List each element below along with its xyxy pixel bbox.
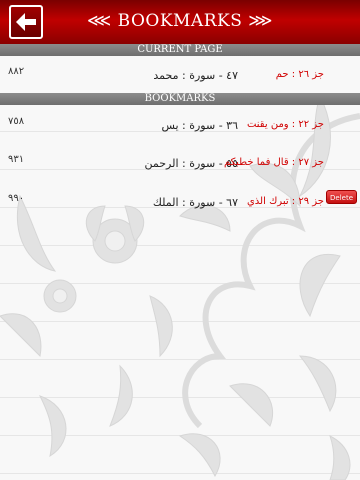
app-header: ⋘ BOOKMARKS ⋙ bbox=[0, 0, 360, 44]
bookmark-list[interactable]: ٨٨٢ ٤٧ - سورة : محمد جز ٢٦ : حم ٧٥٨ ٣٦ -… bbox=[0, 56, 360, 480]
bookmark-row[interactable]: ٩٣١ ٥٥ - سورة : الرحمن جز ٢٧ : قال فما خ… bbox=[0, 144, 360, 182]
page-number: ٩٣١ bbox=[8, 154, 25, 165]
bookmark-row[interactable]: ٧٥٨ ٣٦ - سورة : يس جز ٢٢ : ومن يقنت bbox=[0, 106, 360, 144]
current-page-row[interactable]: ٨٨٢ ٤٧ - سورة : محمد جز ٢٦ : حم bbox=[0, 56, 360, 94]
delete-button[interactable]: Delete bbox=[326, 190, 357, 204]
page-title: ⋘ BOOKMARKS ⋙ bbox=[87, 11, 273, 31]
juz-label: جز ٢٦ : حم bbox=[275, 69, 324, 80]
surah-label: ٦٧ - سورة : الملك bbox=[152, 196, 238, 209]
bookmark-row[interactable]: ٩٩٠ ٦٧ - سورة : الملك جز ٢٩ : تبرك الذي … bbox=[0, 183, 360, 221]
current-page-section-header: CURRENT PAGE bbox=[0, 44, 360, 56]
page-number: ٨٨٢ bbox=[8, 66, 25, 77]
page-number: ٧٥٨ bbox=[8, 116, 25, 127]
bookmarks-section-header: BOOKMARKS bbox=[0, 93, 360, 105]
surah-label: ٤٧ - سورة : محمد bbox=[153, 69, 238, 82]
surah-label: ٣٦ - سورة : يس bbox=[161, 119, 238, 132]
juz-label: جز ٢٩ : تبرك الذي bbox=[246, 196, 324, 207]
juz-label: جز ٢٢ : ومن يقنت bbox=[246, 119, 324, 130]
juz-label: جز ٢٧ : قال فما خطبكم bbox=[223, 157, 324, 168]
page-number: ٩٩٠ bbox=[8, 193, 25, 204]
